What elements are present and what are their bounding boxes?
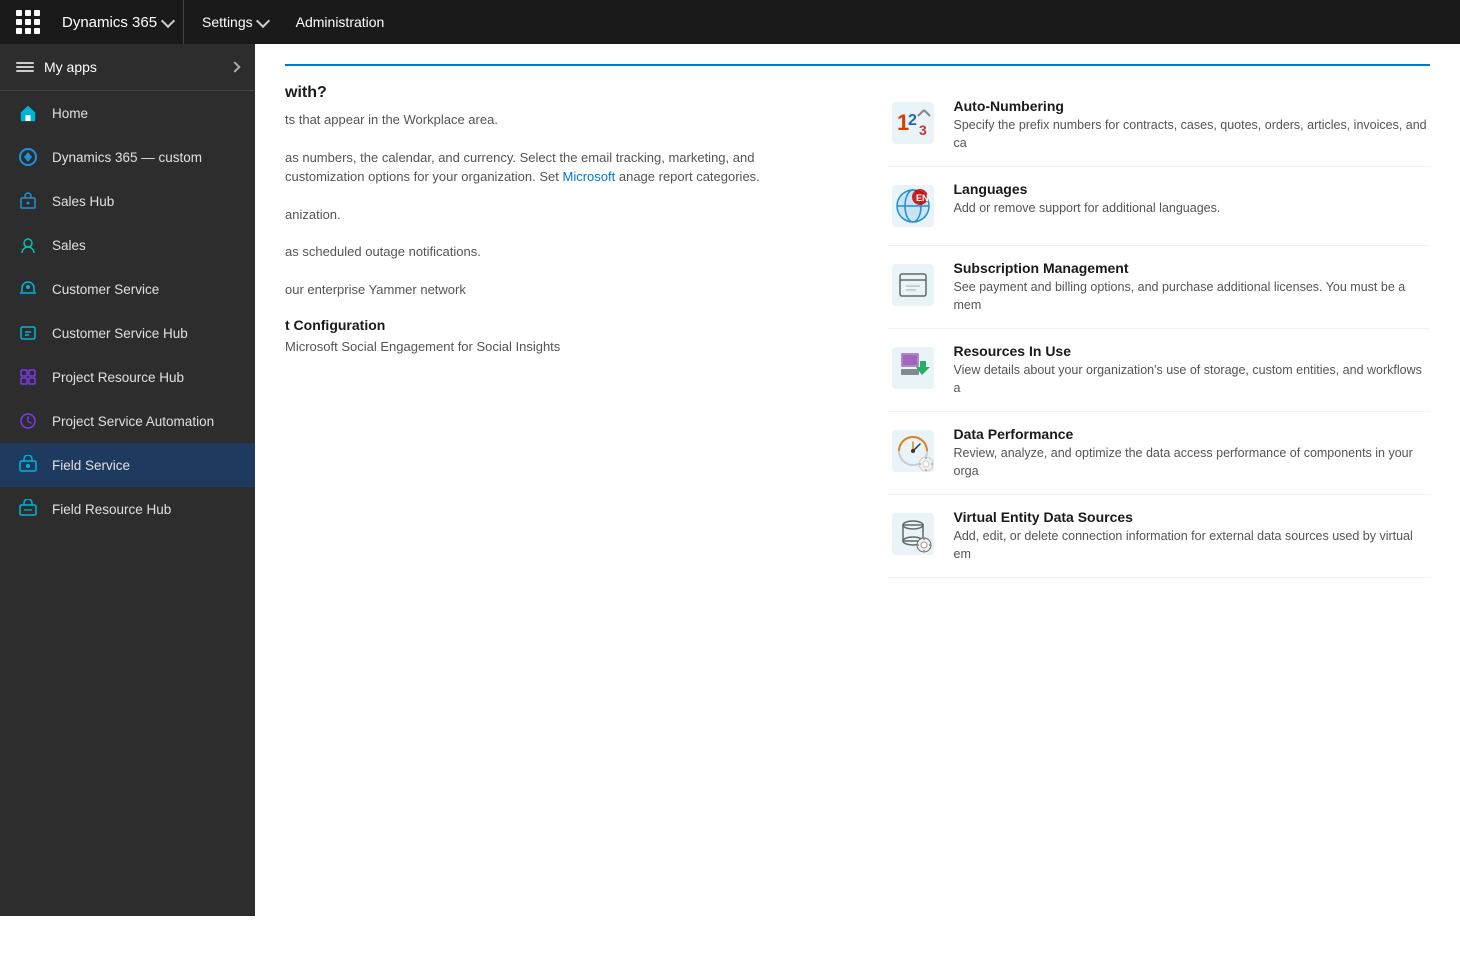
customer-service-icon xyxy=(14,275,42,303)
auto-numbering-desc: Specify the prefix numbers for contracts… xyxy=(954,117,1431,152)
topbar: Dynamics 365 Settings Administration xyxy=(0,0,1460,44)
resources-in-use-title: Resources In Use xyxy=(954,343,1431,359)
resources-in-use-text: Resources In Use View details about your… xyxy=(954,343,1431,397)
my-apps-button[interactable]: My apps xyxy=(16,58,97,76)
project-resource-hub-icon xyxy=(14,363,42,391)
subscription-management-title: Subscription Management xyxy=(954,260,1431,276)
sidebar-item-fieldresourcehub[interactable]: Field Resource Hub ··· xyxy=(0,487,255,531)
resources-in-use-icon xyxy=(888,343,938,393)
sidebar-item-sales-label: Sales xyxy=(52,238,243,253)
section2-desc-text2: anage report categories. xyxy=(619,169,760,184)
card-resources-in-use[interactable]: Resources In Use View details about your… xyxy=(888,329,1431,412)
sidebar-item-fieldservice[interactable]: Field Service ··· xyxy=(0,443,255,487)
sidebar-item-projectresourcehub[interactable]: Project Resource Hub ··· xyxy=(0,355,255,399)
section5-desc: our enterprise Yammer network xyxy=(285,280,828,300)
list-icon xyxy=(16,58,34,76)
section2-desc: as numbers, the calendar, and currency. … xyxy=(285,148,828,187)
section2-link[interactable]: Microsoft xyxy=(563,169,616,184)
card-virtual-entity[interactable]: Virtual Entity Data Sources Add, edit, o… xyxy=(888,495,1431,578)
sidebar-item-fieldresourcehub-label: Field Resource Hub xyxy=(52,502,243,517)
section1-desc: ts that appear in the Workplace area. xyxy=(285,110,828,130)
data-performance-desc: Review, analyze, and optimize the data a… xyxy=(954,445,1431,480)
top-divider xyxy=(285,64,1430,66)
home-icon xyxy=(14,99,42,127)
data-performance-text: Data Performance Review, analyze, and op… xyxy=(954,426,1431,480)
virtual-entity-desc: Add, edit, or delete connection informat… xyxy=(954,528,1431,563)
sidebar-item-projectresourcehub-label: Project Resource Hub xyxy=(52,370,243,385)
sidebar-item-customerservice-label: Customer Service xyxy=(52,282,243,297)
sidebar-item-fieldservice-label: Field Service xyxy=(52,458,243,473)
app-name-chevron-icon xyxy=(161,13,175,27)
virtual-entity-title: Virtual Entity Data Sources xyxy=(954,509,1431,525)
sidebar-item-psa[interactable]: Project Service Automation ··· xyxy=(0,399,255,443)
waffle-icon xyxy=(16,10,40,34)
languages-text: Languages Add or remove support for addi… xyxy=(954,181,1221,218)
section6-heading: t Configuration xyxy=(285,317,828,333)
resources-in-use-desc: View details about your organization's u… xyxy=(954,362,1431,397)
administration-nav-item[interactable]: Administration xyxy=(282,0,399,44)
sidebar-item-customerservicehub[interactable]: Customer Service Hub ··· xyxy=(0,311,255,355)
main-content: with? ts that appear in the Workplace ar… xyxy=(255,44,1460,916)
languages-title: Languages xyxy=(954,181,1221,197)
data-performance-title: Data Performance xyxy=(954,426,1431,442)
svg-text:2: 2 xyxy=(908,112,917,129)
sales-icon xyxy=(14,231,42,259)
sales-hub-icon xyxy=(14,187,42,215)
sidebar-item-psa-label: Project Service Automation xyxy=(52,414,243,429)
settings-label: Settings xyxy=(202,14,253,30)
cards-column: 1 2 3 Auto-Numbering Specify the prefix … xyxy=(888,84,1431,578)
sidebar-item-home-label: Home xyxy=(52,106,243,121)
my-apps-label: My apps xyxy=(44,59,97,75)
sidebar: My apps Home ··· Dynamics 365 — custom ·… xyxy=(0,44,255,916)
sidebar-item-customerservice[interactable]: Customer Service ··· xyxy=(0,267,255,311)
customer-service-hub-icon xyxy=(14,319,42,347)
languages-icon: EN xyxy=(888,181,938,231)
virtual-entity-icon xyxy=(888,509,938,559)
sidebar-item-home[interactable]: Home ··· xyxy=(0,91,255,135)
app-name-button[interactable]: Dynamics 365 xyxy=(52,0,184,44)
card-languages[interactable]: EN Languages Add or remove support for a… xyxy=(888,167,1431,246)
subscription-management-desc: See payment and billing options, and pur… xyxy=(954,279,1431,314)
subscription-management-icon xyxy=(888,260,938,310)
svg-text:EN: EN xyxy=(916,193,929,203)
card-data-performance[interactable]: Data Performance Review, analyze, and op… xyxy=(888,412,1431,495)
topbar-nav: Settings Administration xyxy=(188,0,398,44)
sidebar-item-saleshub[interactable]: Sales Hub ··· xyxy=(0,179,255,223)
data-performance-icon xyxy=(888,426,938,476)
field-resource-hub-icon xyxy=(14,495,42,523)
settings-nav-item[interactable]: Settings xyxy=(188,0,282,44)
auto-numbering-text: Auto-Numbering Specify the prefix number… xyxy=(954,98,1431,152)
section6-desc: Microsoft Social Engagement for Social I… xyxy=(285,337,828,357)
svg-text:3: 3 xyxy=(919,122,927,138)
sidebar-item-sales[interactable]: Sales ··· xyxy=(0,223,255,267)
card-subscription-management[interactable]: Subscription Management See payment and … xyxy=(888,246,1431,329)
settings-chevron-icon xyxy=(256,13,270,27)
administration-label: Administration xyxy=(296,14,385,30)
sidebar-item-dynamics-label: Dynamics 365 — custom xyxy=(52,150,243,165)
section4-desc: as scheduled outage notifications. xyxy=(285,242,828,262)
sidebar-expand-icon xyxy=(229,61,240,72)
field-service-icon xyxy=(14,451,42,479)
card-auto-numbering[interactable]: 1 2 3 Auto-Numbering Specify the prefix … xyxy=(888,84,1431,167)
virtual-entity-text: Virtual Entity Data Sources Add, edit, o… xyxy=(954,509,1431,563)
sidebar-item-dynamics365custom[interactable]: Dynamics 365 — custom ··· xyxy=(0,135,255,179)
app-name-label: Dynamics 365 xyxy=(62,14,157,31)
section3-desc: anization. xyxy=(285,205,828,225)
waffle-button[interactable] xyxy=(12,6,44,38)
sidebar-item-customerservicehub-label: Customer Service Hub xyxy=(52,326,243,341)
sidebar-item-saleshub-label: Sales Hub xyxy=(52,194,243,209)
languages-desc: Add or remove support for additional lan… xyxy=(954,200,1221,218)
subscription-management-text: Subscription Management See payment and … xyxy=(954,260,1431,314)
sidebar-header[interactable]: My apps xyxy=(0,44,255,91)
dynamics-icon xyxy=(14,143,42,171)
psa-icon xyxy=(14,407,42,435)
auto-numbering-icon: 1 2 3 xyxy=(888,98,938,148)
partial-heading: with? xyxy=(285,84,828,102)
auto-numbering-title: Auto-Numbering xyxy=(954,98,1431,114)
